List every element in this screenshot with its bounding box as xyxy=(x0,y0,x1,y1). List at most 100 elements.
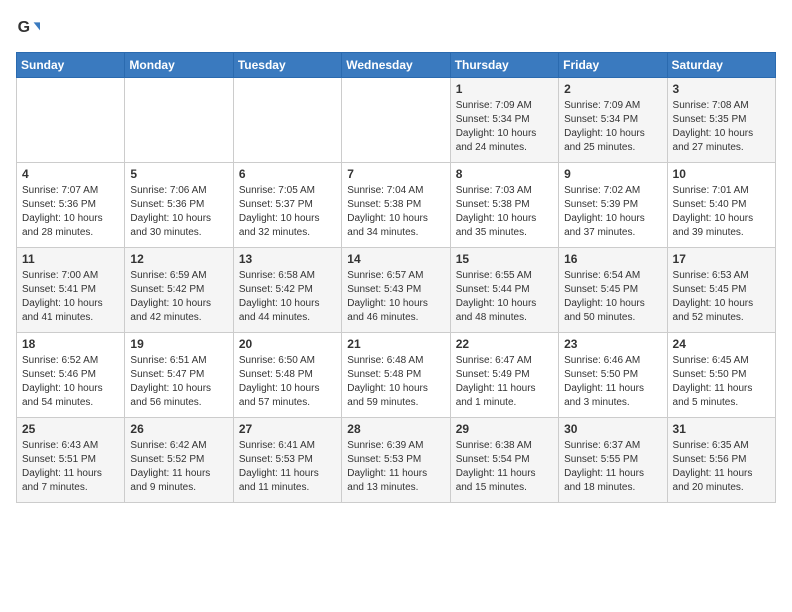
cell-text: Daylight: 10 hours xyxy=(239,212,336,226)
calendar-cell: 10Sunrise: 7:01 AMSunset: 5:40 PMDayligh… xyxy=(667,163,775,248)
cell-text: Sunset: 5:36 PM xyxy=(130,198,227,212)
cell-text: Sunset: 5:48 PM xyxy=(347,368,444,382)
calendar-cell: 20Sunrise: 6:50 AMSunset: 5:48 PMDayligh… xyxy=(233,333,341,418)
cell-text: and 5 minutes. xyxy=(673,396,770,410)
day-number: 13 xyxy=(239,252,336,266)
cell-text: Daylight: 10 hours xyxy=(456,297,553,311)
cell-text: Sunset: 5:46 PM xyxy=(22,368,119,382)
cell-text: and 18 minutes. xyxy=(564,481,661,495)
cell-text: and 9 minutes. xyxy=(130,481,227,495)
cell-text: Sunrise: 6:54 AM xyxy=(564,269,661,283)
cell-text: Sunrise: 6:59 AM xyxy=(130,269,227,283)
cell-text: and 32 minutes. xyxy=(239,226,336,240)
cell-text: and 35 minutes. xyxy=(456,226,553,240)
cell-text: Daylight: 11 hours xyxy=(22,467,119,481)
day-number: 23 xyxy=(564,337,661,351)
logo: G xyxy=(16,16,44,40)
cell-text: Sunset: 5:38 PM xyxy=(456,198,553,212)
calendar-cell: 29Sunrise: 6:38 AMSunset: 5:54 PMDayligh… xyxy=(450,418,558,503)
cell-text: Daylight: 10 hours xyxy=(564,127,661,141)
day-number: 28 xyxy=(347,422,444,436)
cell-text: Sunrise: 6:52 AM xyxy=(22,354,119,368)
cell-text: Daylight: 10 hours xyxy=(673,212,770,226)
cell-text: Sunset: 5:47 PM xyxy=(130,368,227,382)
cell-text: and 30 minutes. xyxy=(130,226,227,240)
cell-text: Sunrise: 6:48 AM xyxy=(347,354,444,368)
cell-text: Sunset: 5:39 PM xyxy=(564,198,661,212)
cell-text: and 50 minutes. xyxy=(564,311,661,325)
cell-text: and 3 minutes. xyxy=(564,396,661,410)
cell-text: Daylight: 10 hours xyxy=(347,382,444,396)
calendar-cell: 31Sunrise: 6:35 AMSunset: 5:56 PMDayligh… xyxy=(667,418,775,503)
calendar-cell: 16Sunrise: 6:54 AMSunset: 5:45 PMDayligh… xyxy=(559,248,667,333)
cell-text: Sunrise: 7:06 AM xyxy=(130,184,227,198)
day-number: 19 xyxy=(130,337,227,351)
cell-text: Daylight: 10 hours xyxy=(130,297,227,311)
cell-text: Sunset: 5:51 PM xyxy=(22,453,119,467)
cell-text: Sunset: 5:43 PM xyxy=(347,283,444,297)
day-number: 27 xyxy=(239,422,336,436)
calendar-cell: 23Sunrise: 6:46 AMSunset: 5:50 PMDayligh… xyxy=(559,333,667,418)
cell-text: Daylight: 11 hours xyxy=(347,467,444,481)
cell-text: Sunrise: 7:07 AM xyxy=(22,184,119,198)
calendar-cell: 24Sunrise: 6:45 AMSunset: 5:50 PMDayligh… xyxy=(667,333,775,418)
weekday-header-friday: Friday xyxy=(559,53,667,78)
cell-text: Sunrise: 6:42 AM xyxy=(130,439,227,453)
day-number: 4 xyxy=(22,167,119,181)
day-number: 8 xyxy=(456,167,553,181)
cell-text: Sunrise: 6:37 AM xyxy=(564,439,661,453)
cell-text: and 39 minutes. xyxy=(673,226,770,240)
cell-text: and 34 minutes. xyxy=(347,226,444,240)
cell-text: Sunrise: 6:53 AM xyxy=(673,269,770,283)
cell-text: and 41 minutes. xyxy=(22,311,119,325)
cell-text: and 1 minute. xyxy=(456,396,553,410)
cell-text: Daylight: 10 hours xyxy=(239,382,336,396)
cell-text: Sunset: 5:40 PM xyxy=(673,198,770,212)
cell-text: Daylight: 10 hours xyxy=(456,127,553,141)
day-number: 3 xyxy=(673,82,770,96)
day-number: 5 xyxy=(130,167,227,181)
cell-text: and 42 minutes. xyxy=(130,311,227,325)
cell-text: and 52 minutes. xyxy=(673,311,770,325)
cell-text: Sunrise: 6:41 AM xyxy=(239,439,336,453)
cell-text: Sunset: 5:36 PM xyxy=(22,198,119,212)
calendar-cell xyxy=(17,78,125,163)
cell-text: Sunset: 5:45 PM xyxy=(673,283,770,297)
day-number: 30 xyxy=(564,422,661,436)
day-number: 16 xyxy=(564,252,661,266)
cell-text: Sunrise: 7:03 AM xyxy=(456,184,553,198)
calendar-cell: 19Sunrise: 6:51 AMSunset: 5:47 PMDayligh… xyxy=(125,333,233,418)
cell-text: Daylight: 11 hours xyxy=(239,467,336,481)
cell-text: Daylight: 10 hours xyxy=(347,297,444,311)
cell-text: Sunset: 5:35 PM xyxy=(673,113,770,127)
calendar-week-4: 18Sunrise: 6:52 AMSunset: 5:46 PMDayligh… xyxy=(17,333,776,418)
cell-text: Sunrise: 7:02 AM xyxy=(564,184,661,198)
cell-text: and 24 minutes. xyxy=(456,141,553,155)
calendar-cell: 30Sunrise: 6:37 AMSunset: 5:55 PMDayligh… xyxy=(559,418,667,503)
cell-text: Sunset: 5:54 PM xyxy=(456,453,553,467)
cell-text: Sunrise: 6:50 AM xyxy=(239,354,336,368)
cell-text: Sunset: 5:53 PM xyxy=(347,453,444,467)
day-number: 6 xyxy=(239,167,336,181)
cell-text: Sunrise: 6:58 AM xyxy=(239,269,336,283)
cell-text: Sunrise: 6:57 AM xyxy=(347,269,444,283)
day-number: 25 xyxy=(22,422,119,436)
cell-text: Sunrise: 6:51 AM xyxy=(130,354,227,368)
calendar-cell: 12Sunrise: 6:59 AMSunset: 5:42 PMDayligh… xyxy=(125,248,233,333)
cell-text: Sunset: 5:44 PM xyxy=(456,283,553,297)
cell-text: Daylight: 10 hours xyxy=(673,297,770,311)
cell-text: Sunset: 5:50 PM xyxy=(564,368,661,382)
calendar-cell xyxy=(342,78,450,163)
svg-text:G: G xyxy=(18,19,30,36)
day-number: 22 xyxy=(456,337,553,351)
cell-text: Sunset: 5:42 PM xyxy=(130,283,227,297)
cell-text: Sunrise: 7:04 AM xyxy=(347,184,444,198)
calendar-cell: 21Sunrise: 6:48 AMSunset: 5:48 PMDayligh… xyxy=(342,333,450,418)
day-number: 24 xyxy=(673,337,770,351)
cell-text: Sunset: 5:49 PM xyxy=(456,368,553,382)
day-number: 14 xyxy=(347,252,444,266)
cell-text: Sunrise: 6:38 AM xyxy=(456,439,553,453)
calendar-week-1: 1Sunrise: 7:09 AMSunset: 5:34 PMDaylight… xyxy=(17,78,776,163)
calendar-cell: 15Sunrise: 6:55 AMSunset: 5:44 PMDayligh… xyxy=(450,248,558,333)
cell-text: and 13 minutes. xyxy=(347,481,444,495)
